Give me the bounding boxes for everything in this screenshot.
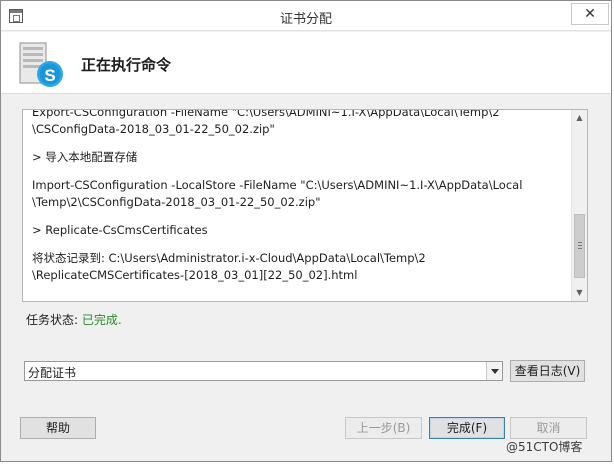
close-button[interactable]: ✕ bbox=[571, 3, 609, 25]
svg-text:S: S bbox=[44, 66, 55, 85]
log-line: \ReplicateCMSCertificates-[2018_03_01][2… bbox=[32, 268, 358, 282]
task-select[interactable]: 分配证书 bbox=[24, 361, 503, 381]
title-bar: 证书分配 ✕ bbox=[1, 1, 611, 31]
status-label: 任务状态: bbox=[26, 313, 82, 327]
log-line: > 导入本地配置存储 bbox=[32, 150, 138, 164]
help-button[interactable]: 帮助 bbox=[20, 417, 96, 439]
scroll-down-icon[interactable]: ▼ bbox=[572, 285, 587, 301]
watermark: @51CTO博客 bbox=[506, 440, 583, 454]
back-button[interactable]: 上一步(B) bbox=[345, 417, 422, 439]
log-content: Export-CSConfiguration -FileName "C:\Use… bbox=[32, 110, 570, 284]
dialog-window: 证书分配 ✕ S 正在执行命令 Export-CSConfiguration -… bbox=[0, 0, 612, 462]
log-scrollbar[interactable]: ▲ ▼ bbox=[571, 110, 587, 301]
chevron-down-icon[interactable] bbox=[486, 362, 502, 380]
log-line: > Replicate-CsCmsCertificates bbox=[32, 223, 208, 237]
task-select-value: 分配证书 bbox=[28, 366, 77, 380]
page-title: 正在执行命令 bbox=[81, 56, 172, 74]
log-line: \Temp\2\CSConfigData-2018_03_01-22_50_02… bbox=[32, 195, 321, 209]
log-line: 将状态记录到: C:\Users\Administrator.i-x-Cloud… bbox=[32, 251, 426, 265]
server-skype-icon: S bbox=[19, 42, 63, 87]
command-log[interactable]: Export-CSConfiguration -FileName "C:\Use… bbox=[22, 109, 588, 302]
log-line: Import-CSConfiguration -LocalStore -File… bbox=[32, 178, 523, 192]
close-icon: ✕ bbox=[584, 6, 596, 22]
scrollbar-thumb[interactable] bbox=[574, 214, 585, 278]
header-band: S 正在执行命令 bbox=[1, 32, 611, 94]
finish-button[interactable]: 完成(F) bbox=[429, 417, 505, 439]
window-title: 证书分配 bbox=[279, 12, 332, 27]
log-line: \CSConfigData-2018_03_01-22_50_02.zip" bbox=[32, 122, 275, 136]
status-value: 已完成. bbox=[81, 313, 122, 327]
cancel-button[interactable]: 取消 bbox=[510, 417, 587, 439]
view-log-button[interactable]: 查看日志(V) bbox=[510, 360, 585, 382]
task-status: 任务状态: 已完成. bbox=[26, 311, 122, 328]
scroll-up-icon[interactable]: ▲ bbox=[572, 110, 587, 126]
log-line: Export-CSConfiguration -FileName "C:\Use… bbox=[32, 109, 500, 119]
